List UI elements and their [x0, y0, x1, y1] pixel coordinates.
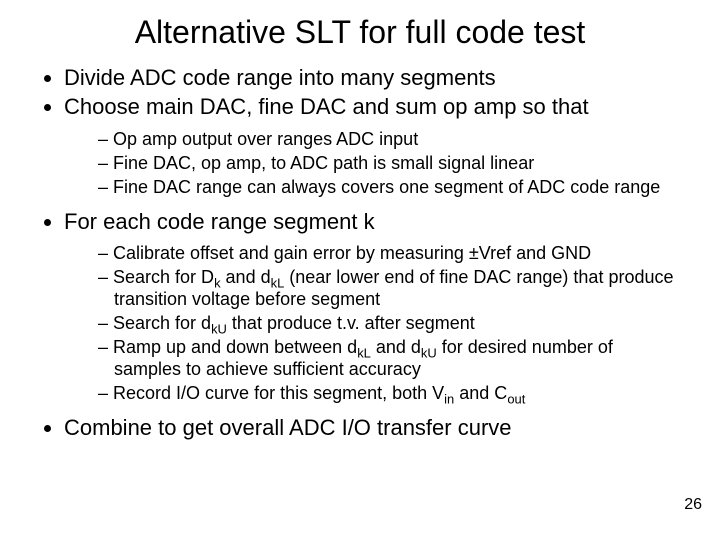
subscript-kU: kU — [211, 322, 227, 337]
bullet-list: Divide ADC code range into many segments… — [40, 65, 680, 442]
bullet-3-sub-5: Record I/O curve for this segment, both … — [98, 383, 680, 405]
text-frag: Ramp up and down between d — [113, 337, 357, 357]
subscript-in: in — [444, 392, 454, 407]
bullet-3-text: For each code range segment k — [64, 209, 375, 234]
text-frag: Record I/O curve for this segment, both … — [113, 383, 444, 403]
bullet-3-sub-4: Ramp up and down between dkL and dkU for… — [98, 337, 680, 381]
text-frag: Search for d — [113, 313, 211, 333]
bullet-3-sub-1: Calibrate offset and gain error by measu… — [98, 243, 680, 265]
bullet-2: Choose main DAC, fine DAC and sum op amp… — [64, 94, 680, 199]
bullet-3-sublist: Calibrate offset and gain error by measu… — [64, 243, 680, 405]
subscript-kU: kU — [421, 346, 437, 361]
bullet-3-sub-2: Search for Dk and dkL (near lower end of… — [98, 267, 680, 311]
bullet-3-sub-3: Search for dkU that produce t.v. after s… — [98, 313, 680, 335]
text-frag: and d — [221, 267, 271, 287]
text-frag: that produce t.v. after segment — [227, 313, 475, 333]
bullet-2-sub-3: Fine DAC range can always covers one seg… — [98, 177, 680, 199]
slide: Alternative SLT for full code test Divid… — [0, 0, 720, 540]
bullet-4: Combine to get overall ADC I/O transfer … — [64, 415, 680, 442]
bullet-2-sub-1: Op amp output over ranges ADC input — [98, 129, 680, 151]
text-frag: Search for D — [113, 267, 214, 287]
bullet-2-sub-2: Fine DAC, op amp, to ADC path is small s… — [98, 153, 680, 175]
bullet-2-text: Choose main DAC, fine DAC and sum op amp… — [64, 94, 589, 119]
page-number: 26 — [684, 496, 702, 514]
slide-title: Alternative SLT for full code test — [40, 14, 680, 51]
text-frag: and C — [454, 383, 507, 403]
bullet-1: Divide ADC code range into many segments — [64, 65, 680, 92]
text-frag: and d — [371, 337, 421, 357]
bullet-2-sublist: Op amp output over ranges ADC input Fine… — [64, 129, 680, 199]
bullet-3: For each code range segment k Calibrate … — [64, 209, 680, 406]
subscript-out: out — [507, 392, 525, 407]
